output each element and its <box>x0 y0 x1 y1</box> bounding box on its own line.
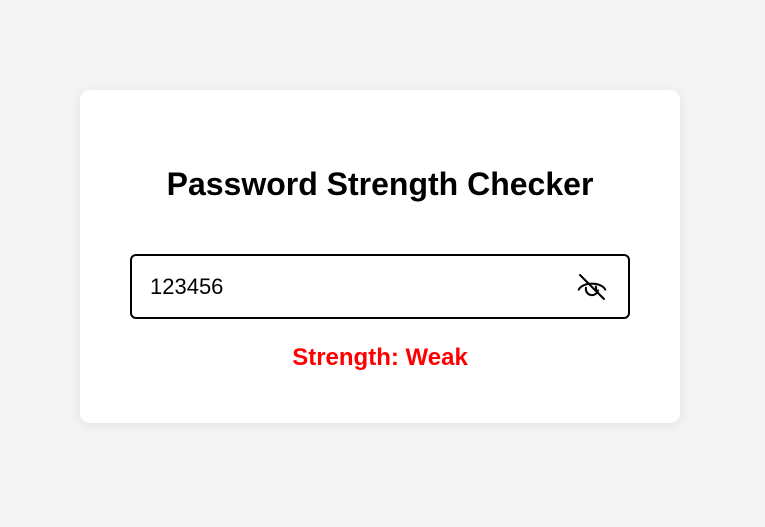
eye-off-icon <box>576 271 608 303</box>
page-title: Password Strength Checker <box>166 166 594 202</box>
strength-label: Strength: Weak <box>292 344 468 371</box>
password-field: 123456 <box>130 254 630 319</box>
toggle-visibility-button[interactable] <box>576 271 608 303</box>
password-checker-card: Password Strength Checker 123456 Strengt… <box>80 90 680 423</box>
password-input[interactable]: 123456 <box>150 256 550 317</box>
